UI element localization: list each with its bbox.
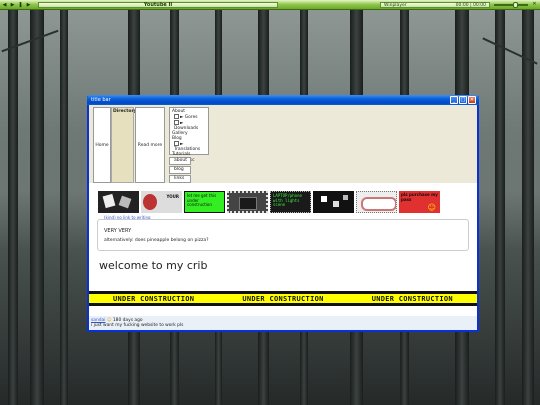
read-more-button[interactable]: Read more (135, 107, 165, 183)
directory-menu: About ► Gores ► Downloads Gallery Blog ►… (169, 107, 209, 163)
expand-icon[interactable] (174, 114, 179, 119)
close-icon[interactable]: ✕ (468, 96, 476, 104)
nav-home-label: Home (95, 142, 109, 148)
thumbnail[interactable] (98, 191, 139, 213)
time-total: 00:00 (473, 3, 486, 8)
expand-icon[interactable] (174, 141, 179, 146)
window-titlebar[interactable]: title bar _ □ ✕ (87, 95, 479, 105)
read-more-label: Read more (137, 142, 163, 148)
thumbnail-strip: YOUR let me get this under construction … (98, 191, 442, 213)
construction-text: UNDER CONSTRUCTION (242, 294, 324, 303)
menu-item-downloads[interactable]: ► Downloads (172, 120, 206, 131)
thumbnail[interactable]: YOUR (141, 191, 182, 213)
top-navigation: Home Directory: Read more About ► Gores … (89, 105, 477, 183)
thumbnail[interactable]: pls purchase my pass ☺ (399, 191, 440, 213)
close-icon[interactable]: ✕ (531, 1, 538, 8)
smiley-icon: ☺ (427, 202, 436, 212)
browser-window: title bar _ □ ✕ Home Directory: Read mor… (87, 95, 479, 332)
thumbnail[interactable]: LAPTOP/phone with lights scene (270, 191, 311, 213)
links-button[interactable]: links (169, 175, 191, 183)
status-update: sandai ☺ 180 days ago i just want my fuc… (89, 316, 477, 330)
minimize-icon[interactable]: _ (450, 96, 458, 104)
welcome-heading: welcome to my crib (99, 259, 208, 272)
under-construction-banner: UNDER CONSTRUCTION UNDER CONSTRUCTION UN… (89, 291, 477, 306)
construction-text: UNDER CONSTRUCTION (371, 294, 453, 303)
track-title-text: Youtube II (143, 2, 173, 8)
tree-trunk (30, 10, 44, 405)
time-elapsed: 00:00 (455, 3, 469, 8)
thumbnail[interactable] (356, 191, 397, 213)
tree-trunk (60, 10, 68, 405)
thumbnail[interactable] (313, 191, 354, 213)
tree-trunk (522, 10, 534, 405)
player-label: Winplayer (384, 3, 407, 8)
note-box: VERY VERY alternatively: does pineapple … (97, 219, 469, 251)
note-line-2: alternatively: does pineapple belong on … (104, 238, 209, 243)
player-status: Winplayer 00:00 | 00:00 (380, 2, 490, 8)
about-button[interactable]: about (169, 157, 191, 165)
directory-panel: Directory: (111, 107, 138, 183)
next-icon[interactable]: ▶ (25, 1, 32, 8)
tree-trunk (8, 10, 18, 405)
maximize-icon[interactable]: □ (459, 96, 467, 104)
volume-slider-knob[interactable] (513, 2, 518, 8)
nav-home-button[interactable]: Home (93, 107, 111, 183)
status-message: i just want my fucking website to work p… (91, 323, 184, 328)
thumbnail[interactable] (227, 191, 268, 213)
prev-icon[interactable]: ◀ (1, 1, 8, 8)
construction-text: UNDER CONSTRUCTION (113, 294, 195, 303)
thumbnail[interactable]: let me get this under construction (184, 191, 225, 213)
expand-icon[interactable] (174, 120, 179, 125)
media-player-bar: ◀ ▶ ❚ ▶ Youtube II Winplayer 00:00 | 00:… (0, 0, 540, 10)
track-title[interactable]: Youtube II (38, 2, 278, 8)
pause-icon[interactable]: ❚ (17, 1, 24, 8)
tree-trunk (495, 10, 505, 405)
blog-button[interactable]: blog (169, 166, 191, 174)
play-icon[interactable]: ▶ (9, 1, 16, 8)
menu-item-translations[interactable]: ► Translations (172, 141, 206, 152)
note-line-1: VERY VERY (104, 228, 132, 234)
volume-slider-track[interactable] (494, 4, 528, 6)
window-title: title bar (91, 97, 111, 103)
page-content: Home Directory: Read more About ► Gores … (89, 105, 477, 330)
